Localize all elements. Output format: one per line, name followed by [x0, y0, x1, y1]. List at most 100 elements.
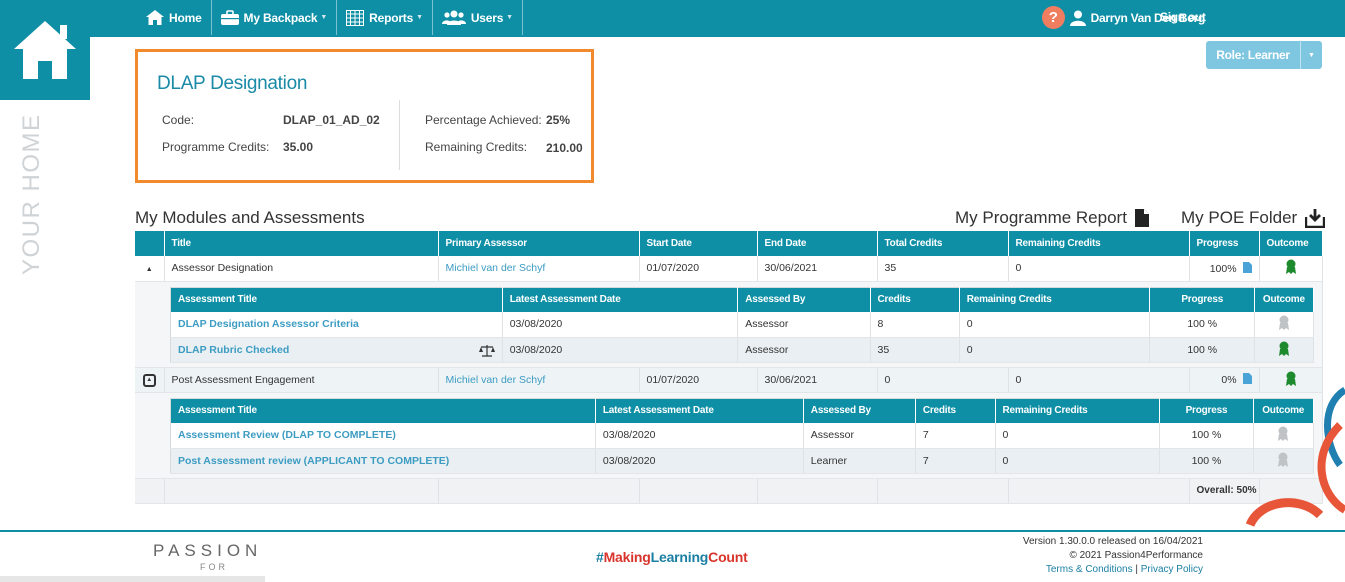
assessments-header-row: Assessment Title Latest Assessment Date …: [170, 398, 1314, 423]
assessment-row[interactable]: DLAP Rubric Checked 03/08/2020 Assessor …: [170, 337, 1314, 363]
role-label: Role: Learner: [1216, 48, 1290, 62]
module-assessor-link[interactable]: Michiel van der Schyf: [438, 367, 640, 393]
assessment-credits: 7: [915, 423, 996, 449]
col-header: [135, 231, 165, 256]
briefcase-icon: [220, 10, 239, 25]
assessment-row[interactable]: DLAP Designation Assessor Criteria 03/08…: [170, 312, 1314, 338]
assessments-table: Assessment Title Latest Assessment Date …: [170, 286, 1314, 363]
module-row[interactable]: ▲ Post Assessment Engagement Michiel van…: [135, 367, 1323, 393]
poe-folder-link[interactable]: My POE Folder: [1181, 208, 1326, 228]
percentage-achieved-value: 25%: [546, 113, 571, 127]
footer-divider: [0, 530, 1345, 532]
module-progress: 0%: [1221, 374, 1237, 386]
assessment-date: 03/08/2020: [595, 423, 804, 449]
top-navigation-bar: Home My Backpack ▼ Reports ▼ Users ▼ ? D…: [0, 0, 1345, 37]
assessment-row[interactable]: Post Assessment review (APPLICANT TO COM…: [170, 448, 1314, 474]
sub-col-header[interactable]: Assessment Title: [170, 287, 503, 312]
chevron-down-icon: ▼: [506, 14, 513, 21]
assessment-date: 03/08/2020: [502, 337, 739, 363]
col-header-end[interactable]: End Date: [757, 231, 878, 256]
assessment-progress: 100 %: [1149, 312, 1256, 338]
scales-icon[interactable]: [478, 344, 495, 357]
footer-cell: [1008, 478, 1190, 504]
assessment-progress: 100 %: [1149, 337, 1256, 363]
module-progress-cell: 100%: [1189, 256, 1260, 282]
nav-users[interactable]: Users ▼: [433, 0, 523, 35]
sub-col-header[interactable]: Assessment Title: [170, 398, 596, 423]
programme-credits-label: Programme Credits:: [162, 140, 270, 154]
help-icon[interactable]: ?: [1041, 6, 1065, 29]
assessment-row[interactable]: Assessment Review (DLAP TO COMPLETE) 03/…: [170, 423, 1314, 449]
file-icon[interactable]: [1242, 261, 1252, 273]
col-header-assessor[interactable]: Primary Assessor: [438, 231, 640, 256]
assessment-credits: 8: [870, 312, 960, 338]
assessments-container: Assessment Title Latest Assessment Date …: [135, 281, 1323, 368]
sub-col-header[interactable]: Credits: [870, 287, 960, 312]
assessment-remaining: 0: [959, 312, 1151, 338]
tagline: #MakingLearningCount: [596, 549, 748, 565]
footer-cell: [438, 478, 640, 504]
assessment-title-link[interactable]: Post Assessment review (APPLICANT TO COM…: [170, 448, 596, 474]
modules-header-row: Title Primary Assessor Start Date End Da…: [135, 231, 1323, 256]
designation-title: DLAP Designation: [157, 73, 308, 94]
assessment-title-link[interactable]: DLAP Rubric Checked: [178, 344, 289, 356]
assessment-title-link[interactable]: Assessment Review (DLAP TO COMPLETE): [170, 423, 596, 449]
assessment-credits: 7: [915, 448, 996, 474]
role-dropdown[interactable]: Role: Learner ▼: [1206, 41, 1322, 69]
col-header-start[interactable]: Start Date: [639, 231, 758, 256]
poe-folder-label: My POE Folder: [1181, 208, 1298, 227]
version-info: Version 1.30.0.0 released on 16/04/2021 …: [1023, 535, 1203, 577]
module-start: 01/07/2020: [639, 256, 758, 282]
collapse-toggle[interactable]: ▲: [135, 256, 165, 282]
privacy-link[interactable]: Privacy Policy: [1141, 564, 1203, 575]
programme-report-label: My Programme Report: [955, 208, 1127, 227]
sub-col-header[interactable]: Assessed By: [803, 398, 916, 423]
module-row[interactable]: ▲ Assessor Designation Michiel van der S…: [135, 256, 1323, 282]
col-header-remaining-credits[interactable]: Remaining Credits: [1008, 231, 1190, 256]
tagline-making: Making: [603, 549, 651, 565]
collapse-toggle[interactable]: ▲: [135, 367, 165, 393]
module-assessments-row: Assessment Title Latest Assessment Date …: [135, 392, 1323, 479]
module-total: 35: [877, 256, 1009, 282]
sub-col-header[interactable]: Latest Assessment Date: [502, 287, 739, 312]
module-total: 0: [877, 367, 1009, 393]
assessment-date: 03/08/2020: [595, 448, 804, 474]
assessment-by: Learner: [803, 448, 916, 474]
assessment-remaining: 0: [995, 448, 1161, 474]
assessment-remaining: 0: [995, 423, 1161, 449]
assessment-title-link[interactable]: DLAP Designation Assessor Criteria: [170, 312, 503, 338]
sub-col-header[interactable]: Latest Assessment Date: [595, 398, 804, 423]
sub-col-header[interactable]: Remaining Credits: [959, 287, 1151, 312]
col-header-title[interactable]: Title: [164, 231, 439, 256]
caret-up-icon: ▲: [142, 374, 156, 387]
decorative-swirl: [1245, 387, 1345, 528]
col-header-outcome[interactable]: Outcome: [1259, 231, 1323, 256]
assessment-title-cell: DLAP Rubric Checked: [170, 337, 503, 363]
col-header-total-credits[interactable]: Total Credits: [877, 231, 1009, 256]
col-header-progress[interactable]: Progress: [1189, 231, 1260, 256]
nav-reports[interactable]: Reports ▼: [337, 0, 433, 35]
home-tile[interactable]: [0, 0, 90, 100]
assessment-by: Assessor: [737, 312, 871, 338]
sub-col-header[interactable]: Credits: [915, 398, 996, 423]
document-icon: [1134, 209, 1149, 227]
programme-report-link[interactable]: My Programme Report: [955, 208, 1149, 228]
file-icon[interactable]: [1242, 373, 1252, 384]
module-start: 01/07/2020: [639, 367, 758, 393]
nav-home[interactable]: Home: [137, 0, 212, 35]
assessment-remaining: 0: [959, 337, 1151, 363]
sub-col-header[interactable]: Remaining Credits: [995, 398, 1161, 423]
sub-col-header[interactable]: Outcome: [1254, 287, 1314, 312]
module-assessor-link[interactable]: Michiel van der Schyf: [438, 256, 640, 282]
sub-col-header[interactable]: Progress: [1149, 287, 1256, 312]
tagline-hash: #: [596, 549, 604, 565]
terms-link[interactable]: Terms & Conditions: [1046, 564, 1133, 575]
nav-backpack[interactable]: My Backpack ▼: [212, 0, 338, 35]
award-ribbon-icon: [1278, 315, 1289, 331]
sign-out-link[interactable]: Sign out: [1160, 10, 1206, 24]
chevron-down-icon[interactable]: ▼: [1300, 41, 1322, 69]
sub-col-header[interactable]: Assessed By: [737, 287, 871, 312]
download-tray-icon: [1305, 208, 1326, 228]
nav-reports-label: Reports: [369, 10, 414, 25]
caret-up-icon: ▲: [145, 266, 153, 274]
